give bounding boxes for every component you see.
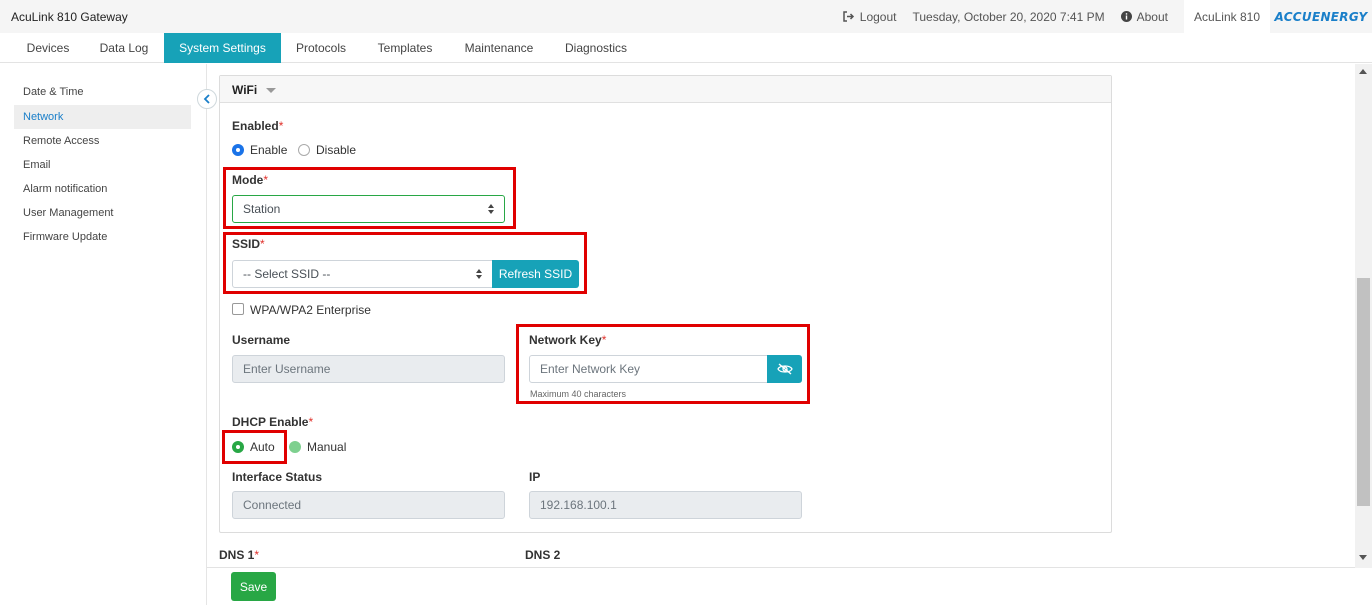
- radio-unchecked-icon: [298, 144, 310, 156]
- username-input[interactable]: Enter Username: [232, 355, 505, 383]
- about-label: About: [1136, 9, 1168, 24]
- tab-system-settings[interactable]: System Settings: [164, 33, 281, 63]
- dns2-label: DNS 2: [525, 548, 561, 562]
- sidebar-item-email[interactable]: Email: [14, 153, 191, 177]
- top-right-menu: Logout Tuesday, October 20, 2020 7:41 PM…: [843, 0, 1372, 33]
- eye-slash-icon: [776, 363, 793, 375]
- sidebar-item-network[interactable]: Network: [14, 105, 191, 129]
- interface-status-label: Interface Status: [232, 470, 323, 484]
- chevron-left-icon: [203, 94, 210, 104]
- ip-label: IP: [529, 470, 541, 484]
- logout-label: Logout: [859, 9, 897, 24]
- ssid-select-value: -- Select SSID --: [243, 267, 331, 281]
- datetime-display: Tuesday, October 20, 2020 7:41 PM: [912, 9, 1105, 24]
- app-title: AcuLink 810 Gateway: [11, 10, 128, 24]
- refresh-ssid-button[interactable]: Refresh SSID: [492, 260, 579, 288]
- scrollbar-thumb[interactable]: [1357, 278, 1370, 506]
- top-bar: AcuLink 810 Gateway Logout Tuesday, Octo…: [0, 0, 1372, 33]
- radio-checked-icon: [232, 144, 244, 156]
- tab-protocols[interactable]: Protocols: [284, 33, 358, 63]
- save-button[interactable]: Save: [231, 572, 276, 601]
- ip-field: 192.168.100.1: [529, 491, 802, 519]
- tab-diagnostics[interactable]: Diagnostics: [552, 33, 640, 63]
- sidebar-item-firmware-update[interactable]: Firmware Update: [14, 225, 191, 249]
- ssid-label: SSID*: [232, 237, 265, 251]
- main-nav: Devices Data Log System Settings Protoco…: [0, 33, 1372, 63]
- dns1-label: DNS 1*: [219, 548, 260, 562]
- scrollbar[interactable]: [1355, 64, 1372, 568]
- scroll-up-icon[interactable]: [1359, 69, 1367, 74]
- footer-divider: [207, 567, 1355, 568]
- ssid-select[interactable]: -- Select SSID --: [232, 260, 493, 288]
- dhcp-label: DHCP Enable*: [232, 415, 314, 429]
- settings-sidebar: Date & Time Network Remote Access Email …: [0, 64, 207, 605]
- tab-maintenance[interactable]: Maintenance: [452, 33, 546, 63]
- toggle-password-visibility-button[interactable]: [767, 355, 802, 383]
- caret-down-icon: [266, 88, 276, 93]
- device-name-tab[interactable]: AcuLink 810: [1183, 0, 1270, 33]
- wpa-enterprise-label: WPA/WPA2 Enterprise: [250, 303, 371, 317]
- dhcp-manual-label: Manual: [307, 440, 347, 454]
- mode-select-value: Station: [243, 202, 281, 216]
- wpa-enterprise-checkbox[interactable]: [232, 303, 244, 315]
- network-key-input[interactable]: Enter Network Key: [529, 355, 769, 383]
- logo-text: ACCUENERGY: [1274, 9, 1368, 24]
- dhcp-manual-radio[interactable]: Manual: [289, 440, 346, 454]
- dhcp-auto-label: Auto: [250, 440, 275, 454]
- info-icon: [1120, 11, 1132, 22]
- enabled-label: Enabled*: [232, 119, 284, 133]
- radio-checked-icon: [232, 441, 244, 453]
- about-link[interactable]: About: [1120, 9, 1168, 24]
- interface-status-field: Connected: [232, 491, 505, 519]
- network-key-label: Network Key*: [529, 333, 607, 347]
- enable-radio[interactable]: Enable: [232, 143, 287, 157]
- sidebar-collapse-button[interactable]: [197, 89, 217, 109]
- dhcp-auto-radio[interactable]: Auto: [232, 440, 275, 454]
- wifi-panel-header[interactable]: WiFi: [220, 76, 1111, 103]
- scroll-down-icon[interactable]: [1359, 555, 1367, 560]
- select-arrows-icon: [488, 204, 496, 216]
- disable-radio[interactable]: Disable: [298, 143, 356, 157]
- sidebar-item-remote-access[interactable]: Remote Access: [14, 129, 191, 153]
- wifi-title: WiFi: [232, 83, 258, 97]
- enable-radio-label: Enable: [250, 143, 288, 157]
- select-arrows-icon: [476, 269, 484, 281]
- network-key-hint: Maximum 40 characters: [530, 389, 627, 399]
- sidebar-item-alarm-notification[interactable]: Alarm notification: [14, 177, 191, 201]
- sidebar-item-user-management[interactable]: User Management: [14, 201, 191, 225]
- mode-select[interactable]: Station: [232, 195, 505, 223]
- sidebar-item-date-time[interactable]: Date & Time: [14, 80, 191, 104]
- username-label: Username: [232, 333, 291, 347]
- logout-link[interactable]: Logout: [843, 9, 897, 24]
- tab-templates[interactable]: Templates: [364, 33, 446, 63]
- tab-data-log[interactable]: Data Log: [86, 33, 162, 63]
- radio-unchecked-icon: [289, 441, 301, 453]
- logout-icon: [843, 11, 854, 22]
- disable-radio-label: Disable: [316, 143, 357, 157]
- mode-label: Mode*: [232, 173, 269, 187]
- tab-devices[interactable]: Devices: [14, 33, 82, 63]
- accuenergy-logo: ACCUENERGY: [1270, 0, 1372, 33]
